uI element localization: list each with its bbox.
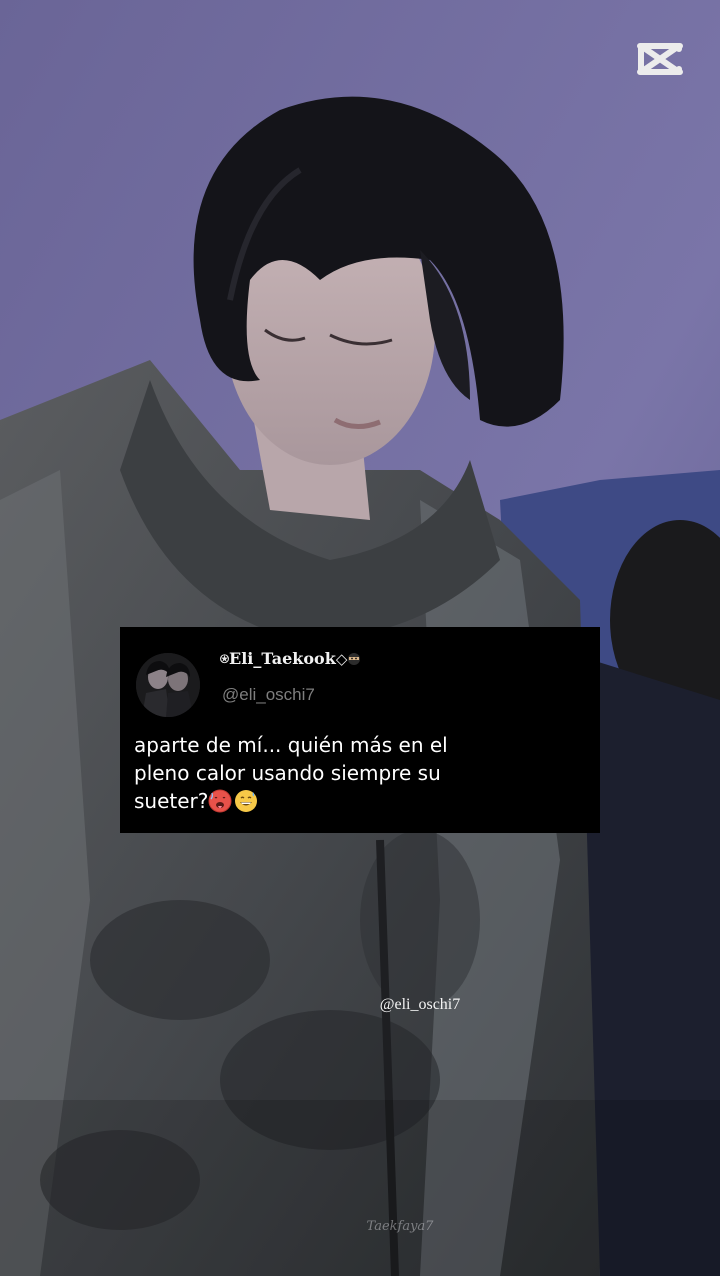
hot-face-emoji (208, 789, 232, 813)
couple-photo-avatar[interactable] (136, 653, 200, 717)
diamond-icon: ◇ (335, 650, 348, 668)
handle-watermark: @eli_oschi7 (379, 996, 461, 1013)
tweet-handle[interactable]: @eli_oschi7 (222, 685, 315, 705)
tweet-line: pleno calor usando siempre su (134, 761, 441, 785)
tweet-line-text: sueter? (134, 789, 209, 813)
tweet-line: aparte de mí... quién más en el (134, 733, 448, 757)
grinning-sweat-emoji (235, 790, 258, 812)
signature-watermark: Taekfaya7 (366, 1219, 434, 1234)
ninja-emoji-icon (348, 653, 361, 665)
capcut-logo-icon (636, 38, 684, 80)
display-name[interactable]: ⍟Eli_Taekook◇ (220, 649, 361, 668)
tweet-text: aparte de mí... quién más en el pleno ca… (134, 731, 574, 815)
display-name-text: Eli_Taekook (229, 649, 336, 668)
tweet-line-last: sueter? (134, 787, 574, 815)
tweet-card: ⍟Eli_Taekook◇ @eli_oschi7 aparte de mí..… (120, 627, 600, 833)
star-circle-icon: ⍟ (220, 650, 230, 668)
